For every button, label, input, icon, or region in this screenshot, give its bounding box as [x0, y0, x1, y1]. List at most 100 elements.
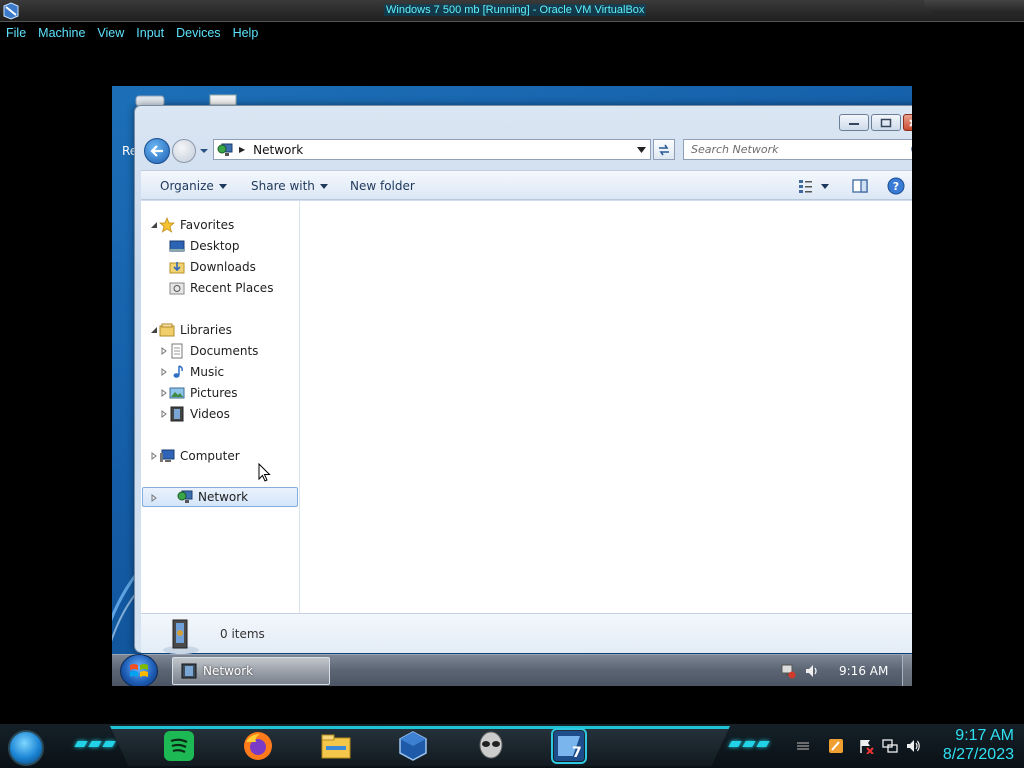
file-list-pane[interactable]	[300, 201, 912, 613]
expand-arrow-icon[interactable]	[160, 389, 168, 397]
action-center-flag-icon[interactable]	[858, 738, 874, 754]
menu-file[interactable]: File	[0, 24, 32, 44]
host-clock[interactable]: 9:17 AM 8/27/2023	[943, 726, 1014, 764]
collapse-arrow-icon[interactable]	[150, 221, 158, 229]
libraries-icon	[159, 323, 175, 337]
menu-machine[interactable]: Machine	[32, 24, 91, 44]
tree-label: Computer	[180, 449, 240, 463]
vm-screen[interactable]: Re ▶ Network Search Network Organize Sha…	[112, 86, 912, 686]
tree-item-videos[interactable]: Videos	[169, 404, 230, 424]
tree-item-network[interactable]: Network	[142, 487, 298, 507]
network-tray-icon[interactable]	[882, 738, 898, 754]
desktop-app-icon[interactable]	[208, 92, 240, 106]
show-desktop-button[interactable]	[902, 655, 912, 686]
videos-icon	[170, 406, 184, 422]
tree-label: Videos	[190, 407, 230, 421]
change-view-icon[interactable]	[797, 177, 815, 195]
close-icon	[909, 118, 912, 127]
mouse-cursor-icon	[258, 463, 271, 482]
svg-text:?: ?	[893, 180, 899, 193]
tree-item-desktop[interactable]: Desktop	[169, 236, 240, 256]
star-icon	[159, 217, 175, 233]
tree-item-libraries[interactable]: Libraries	[159, 320, 232, 340]
spotify-icon[interactable]	[163, 730, 195, 762]
search-icon[interactable]	[910, 143, 912, 157]
network-status-icon[interactable]	[780, 663, 796, 679]
volume-tray-icon[interactable]	[905, 738, 921, 754]
virtualbox-icon[interactable]	[397, 730, 429, 762]
file-explorer-icon[interactable]	[320, 730, 352, 762]
share-with-label: Share with	[251, 179, 315, 193]
app-tray-icon[interactable]	[828, 738, 844, 754]
host-start-button[interactable]	[8, 730, 44, 766]
collapse-arrow-icon[interactable]	[150, 326, 158, 334]
expand-arrow-icon[interactable]	[160, 368, 168, 376]
expand-arrow-icon[interactable]	[160, 347, 168, 355]
help-icon[interactable]: ?	[887, 177, 905, 195]
host-clock-time: 9:17 AM	[955, 727, 1014, 744]
guest-clock[interactable]: 9:16 AM	[839, 664, 888, 678]
menu-view[interactable]: View	[91, 24, 130, 44]
tree-label: Pictures	[190, 386, 238, 400]
tree-item-pictures[interactable]: Pictures	[169, 383, 238, 403]
maximize-icon	[880, 118, 892, 127]
expand-arrow-icon[interactable]	[150, 452, 158, 460]
menu-help[interactable]: Help	[227, 24, 265, 44]
back-button[interactable]	[144, 138, 170, 164]
organize-button[interactable]: Organize	[160, 179, 227, 193]
forward-button[interactable]	[172, 139, 196, 163]
organize-label: Organize	[160, 179, 214, 193]
menu-lines-icon[interactable]	[795, 738, 811, 754]
virtualbox-app-icon[interactable]	[2, 2, 20, 20]
expand-arrow-icon[interactable]	[160, 410, 168, 418]
documents-icon	[171, 343, 183, 359]
menu-devices[interactable]: Devices	[170, 24, 226, 44]
share-with-button[interactable]: Share with	[251, 179, 328, 193]
firefox-icon[interactable]	[242, 730, 274, 762]
search-input[interactable]	[684, 140, 894, 159]
arrow-left-icon	[150, 145, 163, 157]
refresh-button[interactable]	[653, 139, 675, 160]
tree-item-downloads[interactable]: Downloads	[169, 257, 256, 277]
tree-item-favorites[interactable]: Favorites	[159, 215, 234, 235]
taskbar-led-decoration	[742, 741, 756, 747]
refresh-icon	[659, 144, 669, 155]
address-dropdown-icon[interactable]	[637, 147, 646, 153]
tree-label: Downloads	[190, 260, 256, 274]
music-icon	[173, 365, 183, 378]
windows7-app-icon[interactable]: 7	[553, 730, 585, 762]
breadcrumb-network[interactable]: Network	[253, 143, 303, 157]
command-bar: Organize Share with New folder ?	[141, 170, 912, 200]
close-button[interactable]	[903, 114, 912, 131]
expand-arrow-icon[interactable]	[150, 494, 158, 502]
breadcrumb-separator-icon[interactable]: ▶	[239, 145, 245, 154]
address-bar[interactable]: ▶ Network	[213, 139, 651, 160]
menu-input[interactable]: Input	[130, 24, 170, 44]
computer-icon	[160, 449, 175, 462]
tree-label: Libraries	[180, 323, 232, 337]
minimize-button[interactable]	[839, 114, 869, 131]
search-box[interactable]	[683, 139, 912, 160]
taskbar-button-network[interactable]: Network	[172, 657, 330, 685]
volume-icon[interactable]	[804, 663, 820, 679]
tree-item-music[interactable]: Music	[169, 362, 224, 382]
host-window-controls[interactable]	[924, 0, 1024, 14]
maximize-button[interactable]	[871, 114, 901, 131]
tree-item-computer[interactable]: Computer	[159, 446, 240, 466]
tree-item-recent-places[interactable]: Recent Places	[169, 278, 273, 298]
taskbar-led-decoration	[756, 741, 770, 747]
view-options-chevron-icon[interactable]	[821, 184, 829, 189]
new-folder-button[interactable]: New folder	[350, 179, 415, 193]
network-icon	[217, 143, 233, 156]
desktop-icon	[169, 240, 185, 252]
alienware-icon[interactable]	[475, 730, 507, 762]
start-button[interactable]	[120, 654, 158, 686]
tree-item-documents[interactable]: Documents	[169, 341, 258, 361]
network-icon	[177, 490, 193, 503]
preview-pane-icon[interactable]	[851, 177, 869, 195]
recent-pages-dropdown-icon[interactable]	[199, 146, 209, 156]
tree-label: Network	[198, 490, 249, 504]
host-clock-date: 8/27/2023	[942, 746, 1014, 763]
windows-logo-icon	[130, 664, 148, 677]
host-titlebar: Windows 7 500 mb [Running] - Oracle VM V…	[0, 0, 1024, 22]
